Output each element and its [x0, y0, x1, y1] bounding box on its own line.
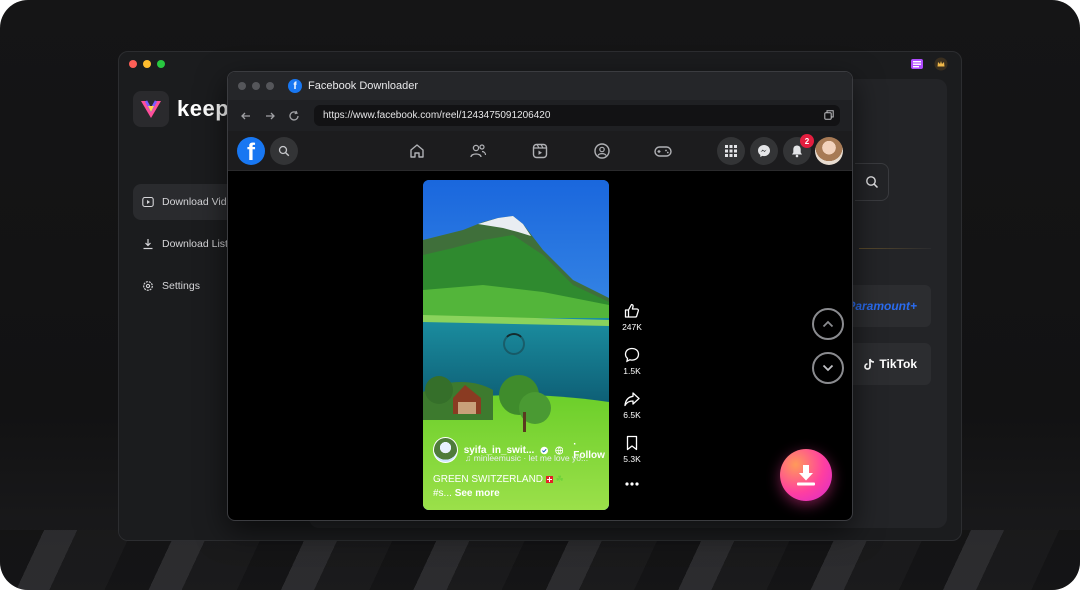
gamepad-icon: [654, 146, 672, 157]
share-button[interactable]: 6.5K: [616, 390, 648, 420]
share-count: 6.5K: [623, 410, 641, 420]
chevron-down-icon: [822, 364, 834, 372]
maximize-window-button[interactable]: [157, 60, 165, 68]
minimize-window-button[interactable]: [143, 60, 151, 68]
comment-count: 1.5K: [623, 366, 641, 376]
facebook-downloader-browser: f Facebook Downloader https://www.facebo…: [227, 71, 853, 521]
site-card-label: TikTok: [879, 357, 917, 371]
notification-badge: 2: [800, 134, 814, 148]
site-card-label: Paramount+: [847, 299, 917, 313]
reels-icon: [532, 143, 548, 159]
grid-menu-icon: [725, 145, 737, 157]
close-browser-button[interactable]: [238, 82, 246, 90]
forward-button[interactable]: [258, 104, 282, 128]
menu-button[interactable]: [717, 137, 745, 165]
browser-titlebar: f Facebook Downloader: [228, 72, 852, 100]
app-toolbar-icons: [909, 56, 949, 72]
bookmark-icon: [626, 435, 638, 451]
reel-music[interactable]: ♫ minleemusic · let me love yo...: [465, 453, 588, 463]
more-icon: [625, 482, 639, 486]
facebook-search-button[interactable]: [270, 137, 298, 165]
copy-icon: [824, 110, 834, 120]
tab-gaming[interactable]: [653, 141, 673, 161]
close-window-button[interactable]: [129, 60, 137, 68]
comment-icon: [624, 347, 640, 363]
reel-author-avatar[interactable]: [433, 437, 458, 463]
save-button[interactable]: 5.3K: [616, 434, 648, 464]
browser-title: f Facebook Downloader: [288, 79, 418, 93]
browser-navbar: https://www.facebook.com/reel/1243475091…: [228, 100, 852, 131]
tab-reels[interactable]: [530, 141, 550, 161]
crown-icon[interactable]: [933, 56, 949, 72]
url-bar[interactable]: https://www.facebook.com/reel/1243475091…: [314, 105, 840, 126]
see-more-link[interactable]: See more: [455, 488, 500, 499]
reel-caption-line1: GREEN SWITZERLAND: [433, 474, 544, 485]
url-text: https://www.facebook.com/reel/1243475091…: [323, 110, 551, 121]
swiss-flag-icon: [545, 475, 553, 483]
search-icon: [278, 145, 290, 157]
back-button[interactable]: [234, 104, 258, 128]
facebook-logo[interactable]: f: [237, 137, 265, 165]
next-reel-button[interactable]: [812, 352, 844, 384]
messenger-icon: [758, 145, 770, 157]
like-count: 247K: [622, 322, 642, 332]
url-search-button[interactable]: [855, 163, 889, 201]
app-logo: [133, 91, 169, 127]
more-options-button[interactable]: [616, 480, 648, 488]
maximize-browser-button[interactable]: [266, 82, 274, 90]
profile-avatar[interactable]: [815, 137, 843, 165]
facebook-header: f 2: [228, 131, 852, 171]
site-card-tiktok[interactable]: TikTok: [841, 343, 931, 385]
site-card-paramount[interactable]: Paramount+: [841, 285, 931, 327]
gear-icon: [143, 281, 153, 291]
browser-window-controls: [238, 82, 274, 90]
sidebar-item-label: Settings: [162, 280, 200, 292]
window-controls: [129, 60, 165, 68]
sidebar-item-label: Download Vid: [162, 196, 227, 208]
sidebar-item-label: Download List: [162, 238, 228, 250]
tiktok-icon: [864, 358, 875, 370]
comment-button[interactable]: 1.5K: [616, 346, 648, 376]
tab-friends[interactable]: [468, 141, 488, 161]
browser-title-text: Facebook Downloader: [308, 80, 419, 92]
share-icon: [624, 392, 640, 407]
chevron-up-icon: [822, 320, 834, 328]
search-icon: [865, 176, 878, 189]
groups-icon: [594, 143, 610, 159]
notifications-button[interactable]: 2: [783, 134, 814, 165]
reel-video[interactable]: syifa_in_swit... · Follow ♫ minleemusic …: [423, 180, 609, 510]
download-icon: [143, 239, 153, 250]
arrow-right-icon: [266, 112, 275, 119]
home-icon: [410, 144, 424, 158]
reload-button[interactable]: [282, 104, 306, 128]
minimize-browser-button[interactable]: [252, 82, 260, 90]
loading-spinner: [503, 333, 525, 355]
facebook-icon: f: [288, 79, 302, 93]
reload-icon: [289, 110, 299, 121]
reel-caption: GREEN SWITZERLAND ☘ #s... See more: [433, 472, 605, 501]
tab-groups[interactable]: [592, 141, 612, 161]
desktop-background: keepr Download Vid Download List Setting…: [0, 0, 1080, 590]
previous-reel-button[interactable]: [812, 308, 844, 340]
download-icon: [797, 465, 815, 486]
friends-icon: [470, 144, 487, 158]
clover-icon: ☘: [555, 474, 564, 484]
divider: [859, 248, 931, 249]
play-icon: [142, 196, 154, 208]
messenger-button[interactable]: [750, 137, 778, 165]
arrow-left-icon: [241, 112, 250, 119]
save-count: 5.3K: [623, 454, 641, 464]
download-button[interactable]: [780, 449, 832, 501]
reel-caption-line2: #s...: [433, 488, 452, 499]
thumbs-up-icon: [624, 303, 640, 318]
copy-url-button[interactable]: [824, 110, 834, 123]
menu-list-icon[interactable]: [909, 56, 925, 72]
like-button[interactable]: 247K: [616, 302, 648, 332]
tab-home[interactable]: [407, 141, 427, 161]
